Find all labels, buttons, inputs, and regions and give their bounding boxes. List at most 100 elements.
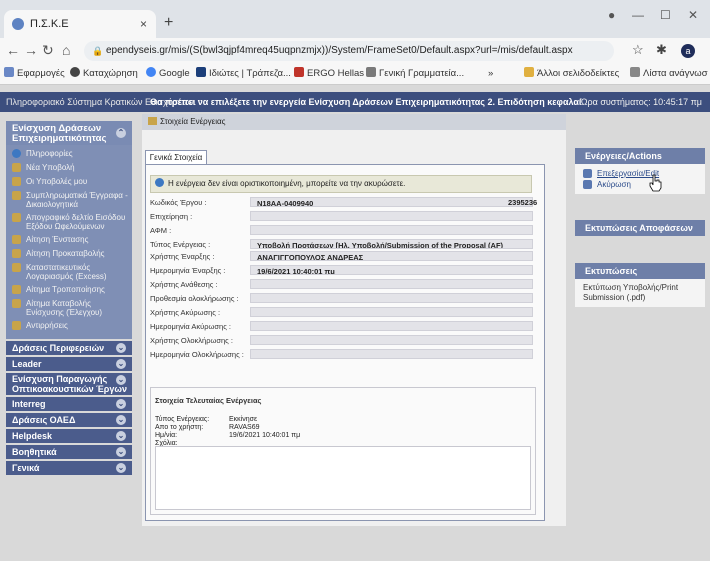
general-info-panel: Η ενέργεια δεν είναι οριστικοποιημένη, μ… [145, 164, 545, 521]
cancel-icon [583, 180, 592, 189]
notice-text: Η ενέργεια δεν είναι οριστικοποιημένη, μ… [168, 179, 406, 188]
edit-icon [583, 169, 592, 178]
folder-icon [12, 263, 21, 272]
bookmark-star-icon[interactable]: ☆ [632, 42, 644, 58]
folder-icon [12, 321, 21, 330]
hand-cursor-icon [649, 174, 662, 192]
reading-list[interactable]: Λίστα ανάγνωσ [630, 64, 708, 84]
system-time: Ώρα συστήματος: 10:45:17 πμ [580, 97, 702, 107]
folder-icon [12, 299, 21, 308]
sidebar-item-payment-request[interactable]: Αίτημα Καταβολής Ενίσχυσης (Έλεγχου) [6, 297, 132, 319]
bookmarks-more[interactable]: » [488, 64, 493, 84]
sidebar-item-objections[interactable]: Αντιρρήσεις [6, 319, 132, 333]
ergo-icon [294, 67, 304, 77]
extensions-icon[interactable]: ✱ [656, 42, 667, 58]
reading-list-icon [630, 67, 640, 77]
bank-icon [196, 67, 206, 77]
chevron-down-icon: ⌄ [116, 375, 126, 385]
profile-avatar[interactable]: a [681, 44, 695, 58]
sidebar-item-census-form[interactable]: Απογραφικό δελτίο Εισόδου Εξόδου Ωφελούμ… [6, 211, 132, 233]
cancel-action[interactable]: Ακύρωση [583, 179, 697, 190]
forward-icon[interactable]: → [24, 42, 38, 58]
apps-grid-icon [4, 67, 14, 77]
back-icon[interactable]: ← [6, 42, 20, 58]
folder-icon [12, 191, 21, 200]
home-icon[interactable]: ⌂ [62, 42, 70, 58]
bookmarks-bar: Εφαρμογές Καταχώρηση Google Ιδιώτες | Τρ… [0, 64, 710, 85]
project-code-value: N18AA-0409940 [250, 197, 533, 207]
sidebar-item-objection[interactable]: Αίτηση Ένστασης [6, 233, 132, 247]
sidebar-item-new-submission[interactable]: Νέα Υποβολή [6, 161, 132, 175]
new-tab-button[interactable]: + [164, 14, 173, 32]
sidebar-section-header[interactable]: Ενίσχυση Δράσεων Επιχειρηματικότητας ⌃ [6, 121, 132, 145]
breadcrumb-title: Στοιχεία Ενέργειας [160, 117, 226, 126]
browser-titlebar: Π.Σ.Κ.Ε × + ● — ☐ ✕ [0, 0, 710, 38]
bookmark-bank[interactable]: Ιδιώτες | Τράπεζα... [196, 64, 291, 84]
project-id-value: 2395236 [508, 198, 538, 207]
site-favicon-icon [12, 18, 24, 30]
chevron-down-icon: ⌄ [116, 463, 126, 473]
last-action-title: Στοιχεία Τελευταίας Ενέργειας [155, 396, 262, 405]
sidebar-menu: Πληροφορίες Νέα Υποβολή Οι Υποβολές μου … [6, 145, 132, 339]
reload-icon[interactable]: ↻ [42, 42, 54, 59]
sidebar-item-my-submissions[interactable]: Οι Υποβολές μου [6, 175, 132, 189]
bookmark-apps[interactable]: Εφαρμογές [4, 64, 65, 84]
collapse-icon[interactable]: ⌃ [116, 128, 126, 138]
info-icon [155, 178, 164, 187]
folder-icon [12, 163, 21, 172]
lock-icon: 🔒 [92, 46, 104, 56]
maximize-icon[interactable]: ☐ [660, 8, 671, 22]
sidebar-item-supplementary-docs[interactable]: Συμπληρωματικά Έγγραφα - Δικαιολογητικά [6, 189, 132, 211]
folder-icon [524, 67, 534, 77]
breadcrumb: Στοιχεία Ενέργειας [142, 114, 566, 130]
comments-box[interactable] [155, 446, 531, 510]
actions-title: Ενέργειες/Actions [575, 148, 705, 164]
sidebar-section-oaed[interactable]: Δράσεις ΟΑΕΔ ⌄ [6, 413, 132, 427]
bookmark-entry[interactable]: Καταχώρηση [70, 64, 138, 84]
sidebar-section-audiovisual[interactable]: Ενίσχυση Παραγωγής Οπτικοακουστικών Έργω… [6, 373, 132, 395]
url-bar[interactable]: 🔒 ependyseis.gr/mis/(S(bwl3qjpf4mreq45uq… [84, 41, 614, 61]
tab-general-info[interactable]: Γενικά Στοιχεία [145, 150, 207, 165]
folder-icon [148, 117, 157, 125]
app-header: Πληροφοριακό Σύστημα Κρατικών Ενισχύσεων… [0, 92, 710, 112]
decisions-prints-title[interactable]: Εκτυπώσεις Αποφάσεων [575, 220, 705, 236]
folder-icon [12, 249, 21, 258]
main-content: Στοιχεία Ενέργειας Γενικά Στοιχεία Η ενέ… [142, 114, 566, 526]
chevron-down-icon: ⌄ [116, 415, 126, 425]
minimize-icon[interactable]: — [632, 8, 644, 22]
folder-icon [12, 213, 21, 222]
chevron-down-icon: ⌄ [116, 447, 126, 457]
sidebar-section-interreg[interactable]: Interreg ⌄ [6, 397, 132, 411]
folder-icon [12, 285, 21, 294]
sidebar-item-excess-account[interactable]: Καταστατικευτικός Λογαριασμός (Excess) [6, 261, 132, 283]
chevron-down-icon: ⌄ [116, 431, 126, 441]
folder-icon [12, 235, 21, 244]
sidebar-section-title: Ενίσχυση Δράσεων Επιχειρηματικότητας [12, 123, 107, 144]
bookmark-icon [70, 67, 80, 77]
sidebar-section-leader[interactable]: Leader ⌄ [6, 357, 132, 371]
bookmark-ergo[interactable]: ERGO Hellas [294, 64, 364, 84]
bookmark-gen-secretariat[interactable]: Γενική Γραμματεία... [366, 64, 464, 84]
sidebar-item-modification[interactable]: Αίτημα Τροποποίησης [6, 283, 132, 297]
print-submission-link[interactable]: Εκτύπωση Υποβολής/Print Submission (.pdf… [583, 283, 697, 303]
edit-action[interactable]: Επεξεργασία/Edit [583, 168, 697, 179]
sidebar-section-regions[interactable]: Δράσεις Περιφερειών ⌄ [6, 341, 132, 355]
folder-icon [12, 177, 21, 186]
close-window-icon[interactable]: ✕ [688, 8, 698, 22]
other-bookmarks[interactable]: Άλλοι σελιδοδείκτες [524, 64, 619, 84]
header-message: Θα πρέπει να επιλέξετε την ενεργεία Ενίσ… [150, 97, 582, 107]
browser-tab[interactable]: Π.Σ.Κ.Ε × [4, 10, 156, 38]
tab-search-icon[interactable]: ● [608, 8, 615, 22]
chevron-down-icon: ⌄ [116, 359, 126, 369]
sidebar: Ενίσχυση Δράσεων Επιχειρηματικότητας ⌃ Π… [6, 121, 132, 521]
actions-panel: Ενέργειες/Actions Επεξεργασία/Edit Ακύρω… [575, 148, 705, 194]
sidebar-section-helpdesk[interactable]: Helpdesk ⌄ [6, 429, 132, 443]
sidebar-item-advance-payment[interactable]: Αίτηση Προκαταβολής [6, 247, 132, 261]
sidebar-section-auxiliary[interactable]: Βοηθητικά ⌄ [6, 445, 132, 459]
tab-close-icon[interactable]: × [140, 10, 147, 38]
prints-panel: Εκτυπώσεις Εκτύπωση Υποβολής/Print Submi… [575, 263, 705, 307]
chevron-down-icon: ⌄ [116, 399, 126, 409]
sidebar-section-general[interactable]: Γενικά ⌄ [6, 461, 132, 475]
sidebar-item-info[interactable]: Πληροφορίες [6, 147, 132, 161]
bookmark-google[interactable]: Google [146, 64, 190, 84]
